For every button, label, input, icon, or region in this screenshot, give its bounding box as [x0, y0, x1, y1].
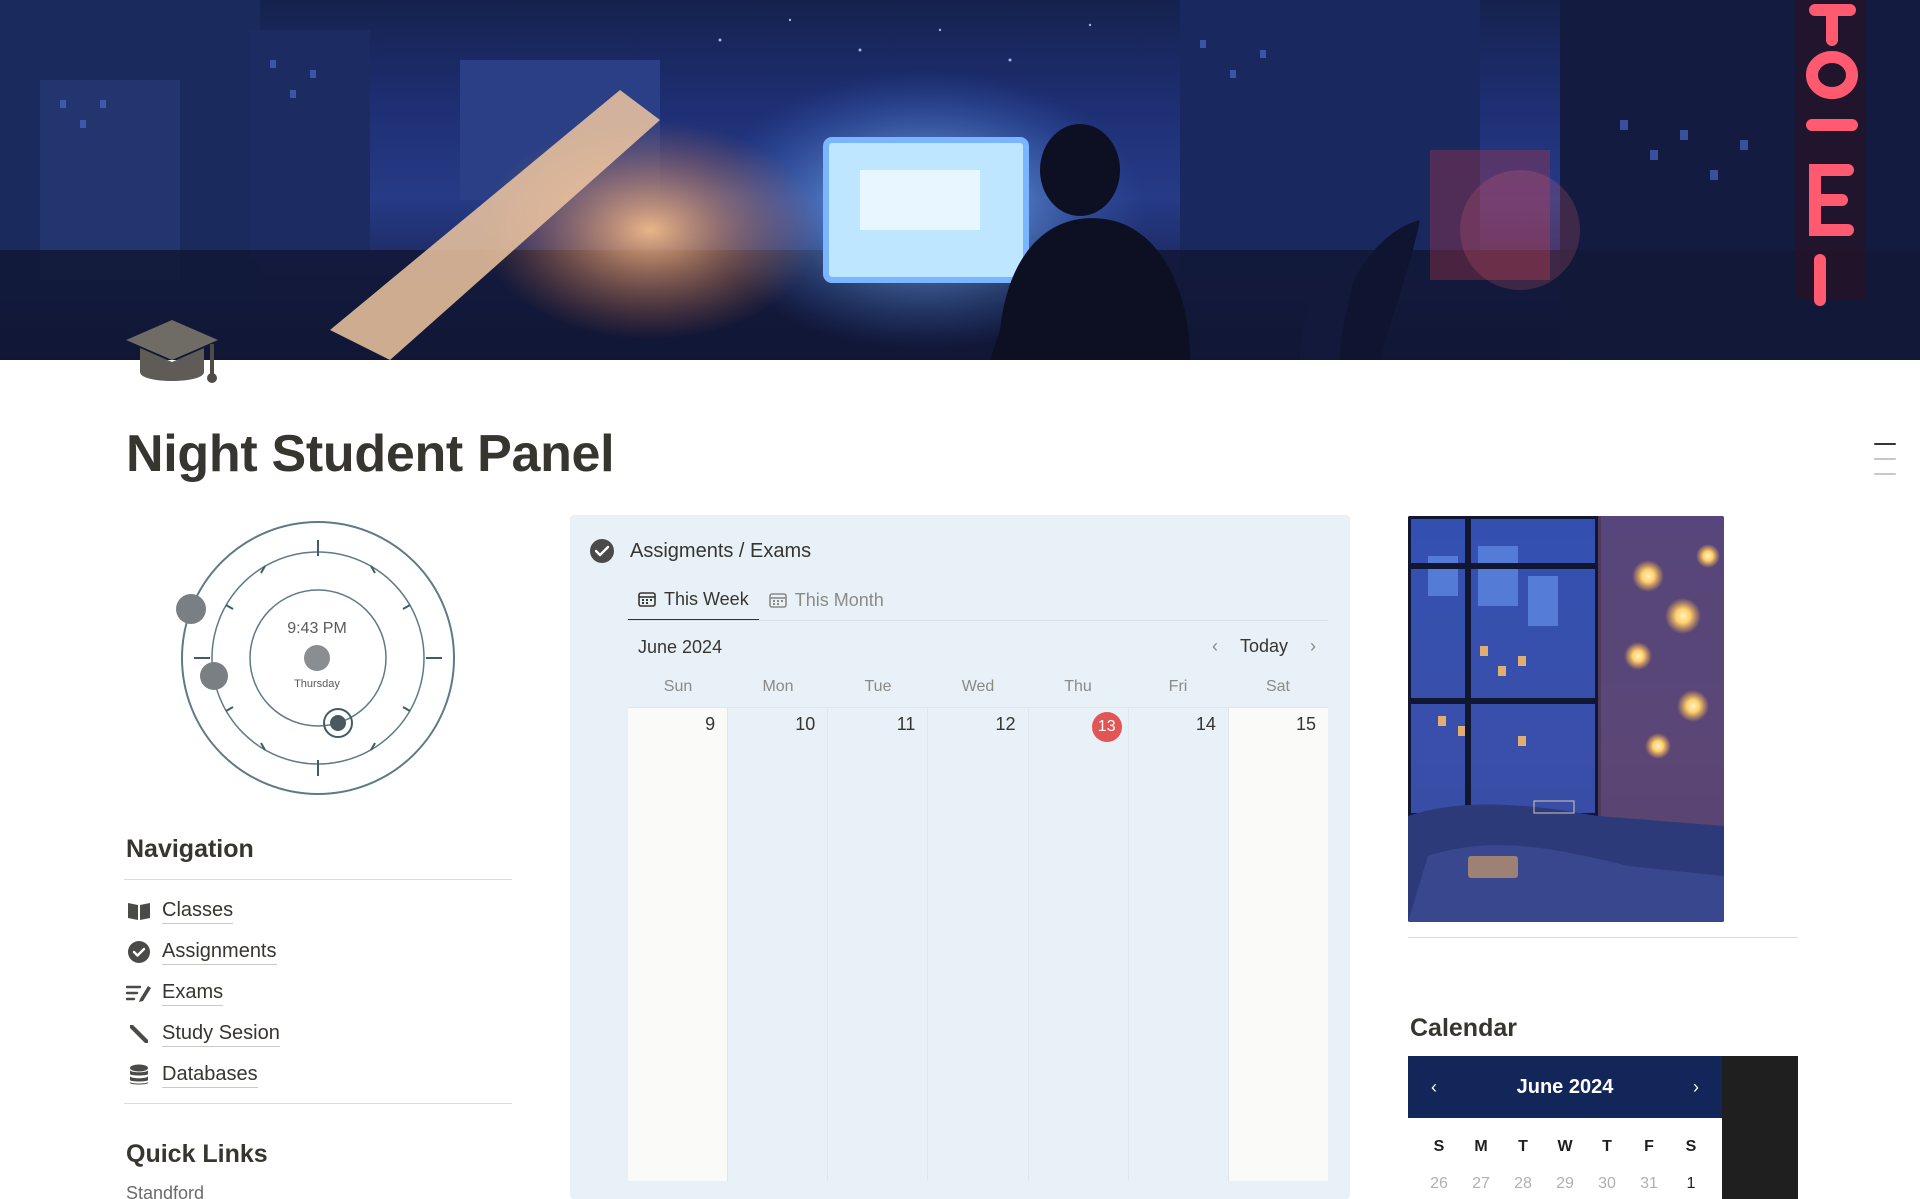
tab-this-month[interactable]: This Month — [759, 579, 894, 621]
assignments-exams-panel: Assigments / Exams This Week This Month … — [570, 515, 1350, 1199]
day-cell-tue[interactable]: 11 — [828, 708, 929, 1181]
mini-dow-label: S — [1433, 1138, 1445, 1155]
nav-item-label: Classes — [162, 898, 234, 924]
week-grid: 9 10 11 12 13 14 15 — [628, 707, 1328, 1181]
quick-link-item[interactable]: Standford — [126, 1183, 204, 1199]
mini-dow-label: W — [1557, 1138, 1573, 1155]
mini-date-cell[interactable]: 1 — [1670, 1175, 1712, 1193]
today-date-badge: 13 — [1091, 712, 1122, 742]
today-button[interactable]: Today — [1240, 636, 1288, 657]
nav-item-label: Assignments — [162, 939, 277, 965]
panel-title: Assigments / Exams — [630, 539, 812, 562]
mini-date-cell[interactable]: 29 — [1544, 1175, 1586, 1193]
day-number: 10 — [795, 714, 816, 734]
table-of-contents-indicator[interactable] — [1874, 443, 1896, 488]
mini-calendar-body: S M T W T F S 26 27 28 29 30 31 1 — [1408, 1118, 1722, 1199]
day-of-week-label: Wed — [961, 678, 995, 695]
day-number: 15 — [1295, 714, 1316, 734]
day-cell-wed[interactable]: 12 — [928, 708, 1029, 1181]
day-number: 14 — [1195, 714, 1216, 734]
database-icon — [126, 1062, 152, 1088]
clock-day: Thursday — [294, 678, 340, 690]
tab-label: This Week — [664, 588, 749, 609]
navigation-list: Classes Assignments Exams Study Sesion D… — [126, 890, 516, 1095]
mini-date-cell[interactable]: 26 — [1418, 1175, 1460, 1193]
chevron-left-icon[interactable]: ‹ — [1424, 1077, 1444, 1098]
tabs-divider — [628, 620, 1328, 621]
rainy-window-artwork — [1408, 516, 1724, 922]
pencil-lines-icon — [126, 980, 152, 1006]
nav-item-label: Databases — [162, 1062, 258, 1088]
nav-item-label: Study Sesion — [162, 1021, 280, 1047]
book-icon — [126, 898, 152, 924]
day-of-week-label: Thu — [1064, 678, 1092, 695]
page-title: Night Student Panel — [126, 425, 615, 483]
mini-dow-label: F — [1644, 1138, 1654, 1155]
quick-links-heading: Quick Links — [126, 1140, 268, 1168]
clock-widget — [170, 516, 466, 812]
nav-item-exams[interactable]: Exams — [126, 972, 516, 1013]
navigation-heading: Navigation — [126, 835, 254, 863]
nav-item-assignments[interactable]: Assignments — [126, 931, 516, 972]
nav-item-label: Exams — [162, 980, 224, 1006]
day-cell-thu[interactable]: 13 — [1029, 708, 1129, 1181]
nav-item-databases[interactable]: Databases — [126, 1054, 516, 1095]
mini-calendar-dow-row: S M T W T F S — [1418, 1138, 1712, 1156]
day-of-week-label: Sun — [663, 678, 693, 695]
chevron-right-icon[interactable]: › — [1686, 1077, 1706, 1098]
right-column-divider — [1408, 937, 1798, 938]
tab-label: This Month — [794, 589, 884, 610]
mini-calendar-month: June 2024 — [1516, 1075, 1614, 1098]
mini-date-cell[interactable]: 27 — [1460, 1175, 1502, 1193]
mini-calendar-dates-row: 26 27 28 29 30 31 1 — [1418, 1175, 1712, 1193]
cover-image — [0, 0, 1920, 360]
check-circle-icon — [590, 539, 614, 563]
chevron-right-icon[interactable]: › — [1302, 635, 1324, 657]
day-of-week-label: Mon — [762, 678, 794, 695]
check-circle-icon — [126, 939, 152, 965]
day-of-week-label: Tue — [864, 678, 892, 695]
nav-item-study-sesion[interactable]: Study Sesion — [126, 1013, 516, 1054]
pen-icon — [126, 1021, 152, 1047]
day-cell-sat[interactable]: 15 — [1228, 708, 1328, 1181]
calendar-month-label: June 2024 — [638, 637, 723, 657]
nav-item-classes[interactable]: Classes — [126, 890, 516, 931]
day-cell-fri[interactable]: 14 — [1129, 708, 1229, 1181]
panel-header[interactable]: Assigments / Exams — [590, 539, 811, 563]
day-number: 9 — [705, 714, 716, 734]
mini-calendar-widget: ‹ June 2024 › S M T W T F S 26 27 28 29 … — [1408, 1056, 1798, 1199]
mini-date-cell[interactable]: 30 — [1586, 1175, 1628, 1193]
day-cell-sun[interactable]: 9 — [628, 708, 729, 1181]
chevron-left-icon[interactable]: ‹ — [1204, 635, 1226, 657]
day-of-week-label: Sat — [1265, 678, 1290, 695]
mini-dow-label: M — [1474, 1138, 1488, 1155]
graduation-cap-icon[interactable] — [126, 318, 224, 396]
days-of-week-row: Sun Mon Tue Wed Thu Fri Sat — [628, 678, 1328, 696]
navigation-bottom-divider — [124, 1103, 512, 1104]
mini-dow-label: T — [1518, 1138, 1528, 1155]
day-of-week-label: Fri — [1168, 678, 1188, 695]
mini-dow-label: S — [1685, 1138, 1697, 1155]
mini-calendar-header: ‹ June 2024 › — [1408, 1056, 1722, 1118]
calendar-heading: Calendar — [1410, 1014, 1517, 1042]
tab-this-week[interactable]: This Week — [628, 579, 759, 621]
calendar-icon — [768, 593, 787, 608]
calendar-icon — [638, 592, 656, 607]
navigation-divider — [124, 879, 512, 880]
day-number: 12 — [995, 714, 1016, 734]
clock-time: 9:43 PM — [287, 620, 347, 637]
calendar-navigation: ‹ Today › — [1204, 635, 1324, 657]
mini-date-cell[interactable]: 31 — [1628, 1175, 1670, 1193]
day-cell-mon[interactable]: 10 — [728, 708, 829, 1181]
mini-date-cell[interactable]: 28 — [1502, 1175, 1544, 1193]
mini-dow-label: T — [1602, 1138, 1612, 1155]
view-tabs: This Week This Month — [628, 579, 894, 621]
day-number: 11 — [896, 714, 916, 734]
